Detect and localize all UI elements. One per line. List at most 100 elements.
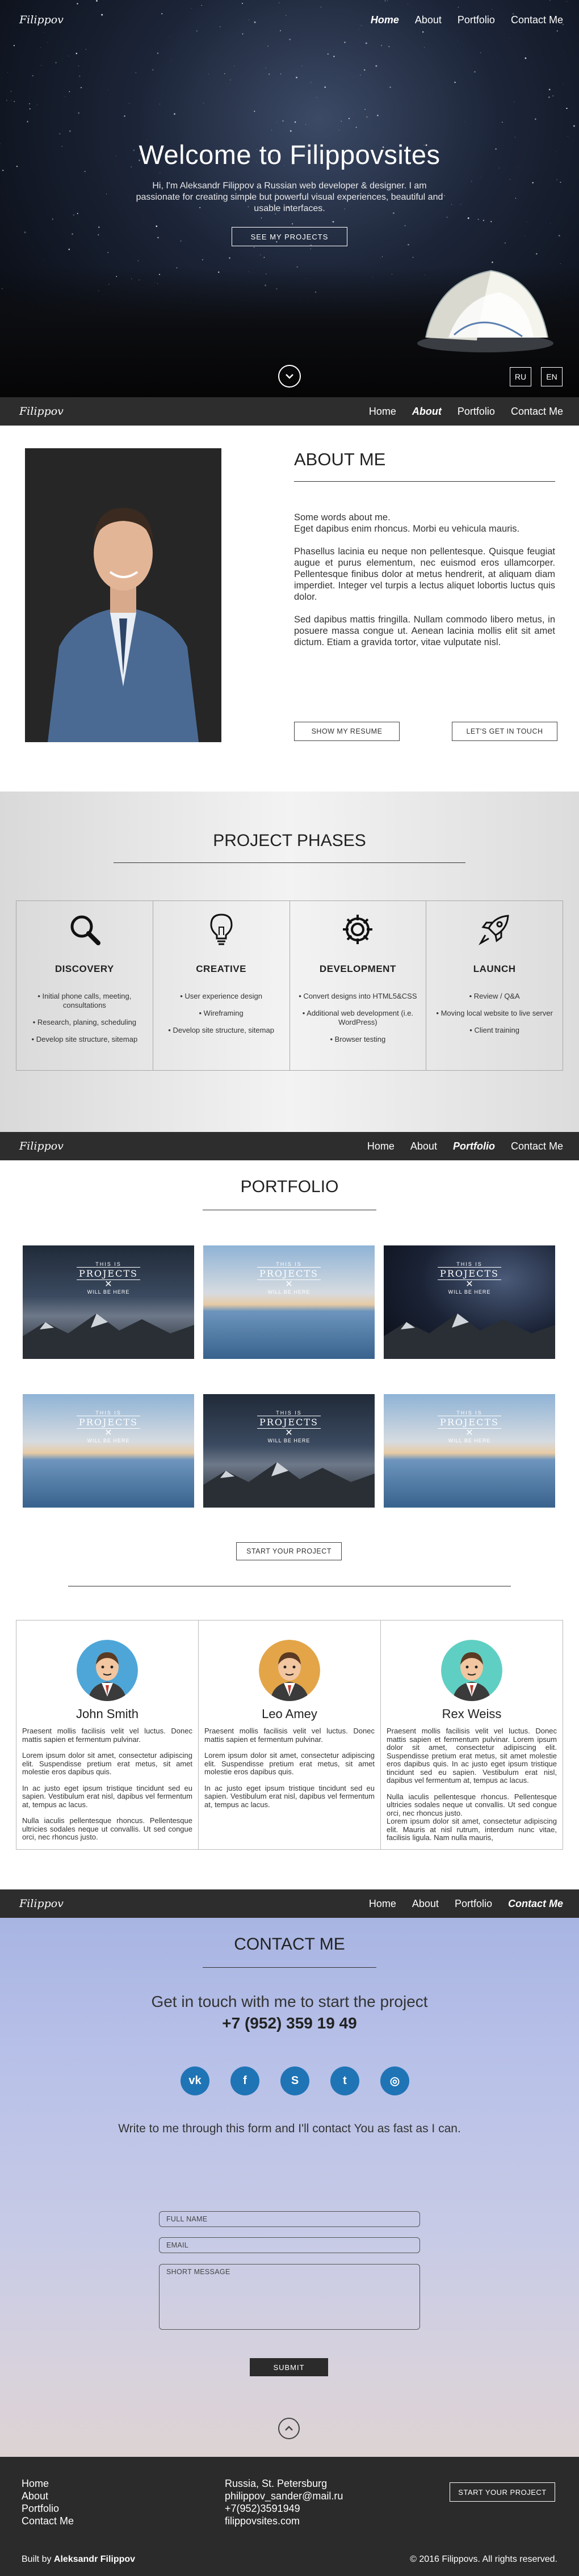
footer-link-about[interactable]: About bbox=[22, 2490, 74, 2502]
portfolio-thumbnail[interactable]: THIS IS PROJECTS ✕ WILL BE HERE bbox=[23, 1394, 194, 1508]
member-bio: Praesent mollis facilisis velit vel luct… bbox=[22, 1727, 192, 1842]
portfolio-title: PORTFOLIO bbox=[240, 1177, 339, 1196]
see-projects-button[interactable]: SEE MY PROJECTS bbox=[232, 227, 347, 246]
nav-portfolio[interactable]: Portfolio bbox=[458, 406, 495, 418]
magnifier-icon bbox=[16, 912, 153, 946]
phase-point: Browser testing bbox=[290, 1035, 426, 1044]
nav-portfolio[interactable]: Portfolio bbox=[458, 14, 495, 26]
person-avatar-icon bbox=[77, 1640, 138, 1701]
phase-points: User experience design Wireframing Devel… bbox=[153, 992, 290, 1035]
phase-point: Convert designs into HTML5&CSS bbox=[290, 992, 426, 1001]
nav-portfolio[interactable]: Portfolio bbox=[453, 1140, 495, 1152]
nav-about[interactable]: About bbox=[410, 1140, 437, 1152]
badge-top: THIS IS bbox=[456, 1410, 482, 1416]
phase-point: Research, planing, scheduling bbox=[16, 1018, 153, 1027]
team-member: Rex Weiss Praesent mollis facilisis veli… bbox=[381, 1620, 563, 1849]
badge-main: PROJECTS bbox=[77, 1416, 140, 1429]
contact-lead: Get in touch with me to start the projec… bbox=[151, 1993, 428, 2010]
instagram-icon[interactable]: ◎ bbox=[380, 2066, 409, 2095]
crossed-arrows-icon: ✕ bbox=[285, 1428, 293, 1438]
about-title: ABOUT ME bbox=[294, 449, 386, 469]
nav-home[interactable]: Home bbox=[369, 1898, 396, 1910]
get-in-touch-button[interactable]: LET'S GET IN TOUCH bbox=[452, 722, 557, 741]
nav-about[interactable]: About bbox=[415, 14, 442, 26]
start-project-button[interactable]: START YOUR PROJECT bbox=[236, 1542, 342, 1560]
email-field[interactable]: EMAIL bbox=[159, 2237, 420, 2253]
footer-email[interactable]: philippov_sander@mail.ru bbox=[225, 2490, 343, 2502]
nav-home[interactable]: Home bbox=[371, 14, 399, 26]
about-paragraph: Phasellus lacinia eu neque non pellentes… bbox=[294, 546, 555, 602]
phase-points: Convert designs into HTML5&CSS Additiona… bbox=[290, 992, 426, 1044]
nav-about[interactable]: About bbox=[412, 1898, 439, 1910]
gear-icon bbox=[290, 912, 426, 946]
nav-home[interactable]: Home bbox=[367, 1140, 395, 1152]
contact-phone: +7 (952) 359 19 49 bbox=[222, 2014, 357, 2032]
phase-creative: CREATIVE User experience design Wirefram… bbox=[153, 901, 290, 1070]
phase-point: Review / Q&A bbox=[426, 992, 563, 1001]
profile-photo bbox=[25, 448, 221, 742]
crossed-arrows-icon: ✕ bbox=[104, 1428, 112, 1438]
portfolio-thumbnail[interactable]: THIS IS PROJECTS ✕ WILL BE HERE bbox=[203, 1394, 375, 1508]
logo[interactable]: Filippov bbox=[19, 1140, 64, 1152]
nav-contact[interactable]: Contact Me bbox=[511, 1140, 563, 1152]
footer-link-contact[interactable]: Contact Me bbox=[22, 2515, 74, 2527]
hero-title: Welcome to Filippovsites bbox=[139, 140, 440, 170]
footer: Home About Portfolio Contact Me Russia, … bbox=[0, 2457, 579, 2576]
contact-note: Write to me through this form and I'll c… bbox=[118, 2122, 461, 2135]
nav-about[interactable]: About bbox=[412, 406, 442, 418]
nav-portfolio[interactable]: Portfolio bbox=[455, 1898, 492, 1910]
nav-links: Home About Portfolio Contact Me bbox=[369, 406, 563, 418]
lang-en-button[interactable]: EN bbox=[541, 367, 563, 386]
phase-name: DISCOVERY bbox=[54, 963, 114, 974]
twitter-icon[interactable]: t bbox=[330, 2066, 359, 2095]
phase-point: Wireframing bbox=[153, 1009, 290, 1018]
badge-main: PROJECTS bbox=[438, 1267, 501, 1280]
team-member: John Smith Praesent mollis facilisis vel… bbox=[16, 1620, 199, 1849]
portfolio-thumbnail[interactable]: THIS IS PROJECTS ✕ WILL BE HERE bbox=[203, 1245, 375, 1359]
member-bio: Praesent mollis facilisis velit vel luct… bbox=[204, 1727, 375, 1809]
badge-top: THIS IS bbox=[95, 1410, 121, 1416]
portfolio-thumbnail[interactable]: THIS IS PROJECTS ✕ WILL BE HERE bbox=[23, 1245, 194, 1359]
bio-paragraph: Praesent mollis facilisis velit vel luct… bbox=[22, 1727, 192, 1744]
bio-paragraph: Praesent mollis facilisis velit vel luct… bbox=[387, 1727, 557, 1784]
nav-contact[interactable]: Contact Me bbox=[508, 1898, 563, 1910]
lang-ru-button[interactable]: RU bbox=[510, 367, 531, 386]
avatar bbox=[259, 1640, 320, 1701]
nav-contact[interactable]: Contact Me bbox=[511, 406, 563, 418]
person-avatar-icon bbox=[259, 1640, 320, 1701]
footer-website[interactable]: filippovsites.com bbox=[225, 2515, 343, 2527]
about-paragraph: Sed dapibus mattis fringilla. Nullam com… bbox=[294, 614, 555, 647]
bio-paragraph: Praesent mollis facilisis velit vel luct… bbox=[204, 1727, 375, 1744]
rocket-icon bbox=[426, 912, 563, 946]
footer-link-home[interactable]: Home bbox=[22, 2477, 74, 2490]
badge-sub: WILL BE HERE bbox=[448, 1289, 491, 1295]
message-field[interactable]: SHORT MESSAGE bbox=[159, 2264, 420, 2330]
skype-icon[interactable]: S bbox=[280, 2066, 309, 2095]
portfolio-thumbnail[interactable]: THIS IS PROJECTS ✕ WILL BE HERE bbox=[384, 1394, 555, 1508]
portfolio-thumbnail[interactable]: THIS IS PROJECTS ✕ WILL BE HERE bbox=[384, 1245, 555, 1359]
nav-home[interactable]: Home bbox=[369, 406, 396, 418]
crossed-arrows-icon: ✕ bbox=[465, 1428, 473, 1438]
logo[interactable]: Filippov bbox=[19, 14, 64, 26]
logo[interactable]: Filippov bbox=[19, 405, 64, 418]
lightbulb-icon bbox=[153, 912, 290, 946]
footer-link-portfolio[interactable]: Portfolio bbox=[22, 2502, 74, 2515]
person-avatar-icon bbox=[441, 1640, 502, 1701]
badge-top: THIS IS bbox=[276, 1261, 302, 1267]
full-name-field[interactable]: FULL NAME bbox=[159, 2211, 420, 2227]
projects-badge: THIS IS PROJECTS ✕ WILL BE HERE bbox=[257, 1261, 321, 1295]
facebook-icon[interactable]: f bbox=[230, 2066, 259, 2095]
show-resume-button[interactable]: SHOW MY RESUME bbox=[294, 722, 400, 741]
submit-button[interactable]: SUBMIT bbox=[250, 2358, 328, 2376]
scroll-down-button[interactable] bbox=[278, 365, 301, 388]
logo[interactable]: Filippov bbox=[19, 1897, 64, 1910]
avatar bbox=[441, 1640, 502, 1701]
scroll-up-button[interactable] bbox=[278, 2418, 300, 2439]
about-text: Some words about me. Eget dapibus enim r… bbox=[294, 512, 555, 659]
nav-contact[interactable]: Contact Me bbox=[511, 14, 563, 26]
footer-start-project-button[interactable]: START YOUR PROJECT bbox=[450, 2482, 555, 2502]
badge-sub: WILL BE HERE bbox=[267, 1438, 311, 1443]
vk-icon[interactable]: vk bbox=[181, 2066, 209, 2095]
hero-section: Filippov Home About Portfolio Contact Me… bbox=[0, 0, 579, 397]
divider bbox=[203, 1967, 376, 1968]
